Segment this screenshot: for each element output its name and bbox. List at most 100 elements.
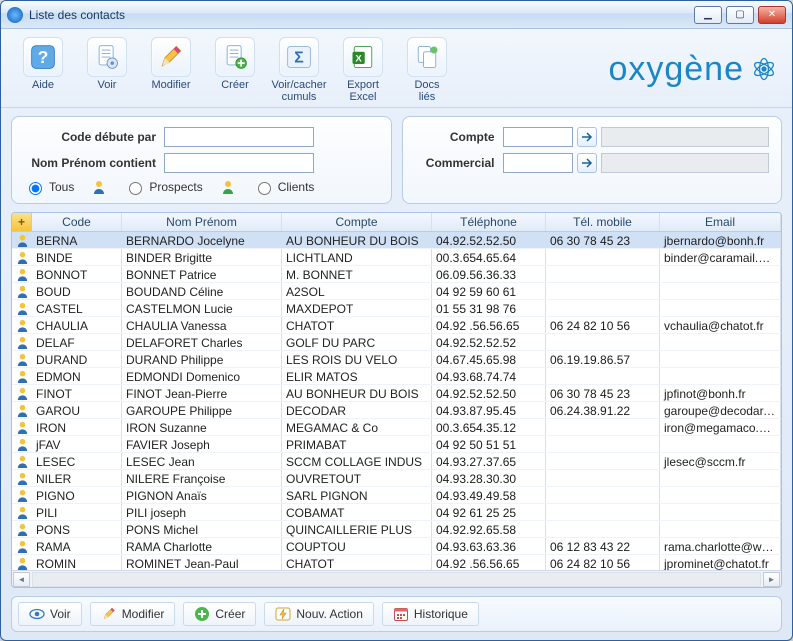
row-person-icon [12, 504, 32, 520]
radio-clients[interactable]: Clients [253, 179, 315, 195]
row-person-icon [12, 300, 32, 316]
cell-tel: 04.92 .56.56.65 [432, 555, 546, 570]
cell-mob [546, 266, 660, 282]
cell-code: jFAV [32, 436, 122, 452]
table-row[interactable]: DURANDDURAND PhilippeLES ROIS DU VELO04.… [12, 351, 781, 368]
cell-nom: PILI joseph [122, 504, 282, 520]
table-row[interactable]: IRONIRON SuzanneMEGAMAC & Co00.3.654.35.… [12, 419, 781, 436]
col-code[interactable]: Code [32, 213, 122, 231]
cell-code: FINOT [32, 385, 122, 401]
commercial-input[interactable] [503, 153, 573, 173]
bottom-historique-button[interactable]: Historique [382, 602, 479, 626]
compte-lookup-icon[interactable] [577, 127, 597, 147]
table-row[interactable]: jFAVFAVIER JosephPRIMABAT04 92 50 51 51 [12, 436, 781, 453]
toolbar-cumuls-button[interactable]: Voir/cachercumuls [267, 35, 331, 103]
radio-tous[interactable]: Tous [24, 179, 74, 195]
hscroll-right-arrow[interactable]: ► [763, 572, 780, 587]
compte-label: Compte [415, 130, 495, 144]
toolbar-cumuls-label: Voir/cachercumuls [269, 79, 329, 103]
cell-mob [546, 368, 660, 384]
toolbar-excel-button[interactable]: ExportExcel [331, 35, 395, 103]
minimize-button[interactable]: ▁ [694, 6, 722, 24]
table-row[interactable]: BERNABERNARDO JocelyneAU BONHEUR DU BOIS… [12, 232, 781, 249]
table-row[interactable]: ROMINROMINET Jean-PaulCHATOT04.92 .56.56… [12, 555, 781, 570]
table-row[interactable]: CHAULIACHAULIA VanessaCHATOT04.92 .56.56… [12, 317, 781, 334]
cell-mob [546, 521, 660, 537]
cell-email [660, 470, 781, 486]
bottom-creer-button[interactable]: Créer [183, 602, 256, 626]
filter-panel-right: Compte Commercial [402, 116, 783, 204]
pencil-icon [101, 606, 117, 622]
row-person-icon [12, 351, 32, 367]
table-row[interactable]: DELAFDELAFORET CharlesGOLF DU PARC04.92.… [12, 334, 781, 351]
row-person-icon [12, 266, 32, 282]
cell-tel: 04 92 59 60 61 [432, 283, 546, 299]
cell-compte: OUVRETOUT [282, 470, 432, 486]
table-row[interactable]: PONSPONS MichelQUINCAILLERIE PLUS04.92.9… [12, 521, 781, 538]
maximize-button[interactable]: ▢ [726, 6, 754, 24]
toolbar-creer-button[interactable]: Créer [203, 35, 267, 91]
cell-code: CHAULIA [32, 317, 122, 333]
cell-code: CASTEL [32, 300, 122, 316]
cell-nom: BONNET Patrice [122, 266, 282, 282]
cell-nom: PONS Michel [122, 521, 282, 537]
cell-compte: CHATOT [282, 555, 432, 570]
name-contains-label: Nom Prénom contient [24, 156, 156, 170]
commercial-lookup-icon[interactable] [577, 153, 597, 173]
table-row[interactable]: EDMONEDMONDI DomenicoELIR MATOS04.93.68.… [12, 368, 781, 385]
hscroll-track[interactable] [32, 572, 761, 587]
radio-clients-input[interactable] [258, 182, 271, 195]
cell-nom: PIGNON Anaïs [122, 487, 282, 503]
cell-code: BINDE [32, 249, 122, 265]
bottom-voir-button[interactable]: Voir [18, 602, 82, 626]
radio-prospects[interactable]: Prospects [124, 179, 202, 195]
name-contains-input[interactable] [164, 153, 314, 173]
table-row[interactable]: PILIPILI josephCOBAMAT04 92 61 25 25 [12, 504, 781, 521]
table-row[interactable]: PIGNOPIGNON AnaïsSARL PIGNON04.93.49.49.… [12, 487, 781, 504]
cell-compte: A2SOL [282, 283, 432, 299]
grid-body[interactable]: BERNABERNARDO JocelyneAU BONHEUR DU BOIS… [12, 232, 781, 570]
table-row[interactable]: NILERNILERE FrançoiseOUVRETOUT04.93.28.3… [12, 470, 781, 487]
table-row[interactable]: BOUDBOUDAND CélineA2SOL04 92 59 60 61 [12, 283, 781, 300]
table-row[interactable]: RAMARAMA CharlotteCOUPTOU04.93.63.63.360… [12, 538, 781, 555]
code-starts-with-label: Code débute par [24, 130, 156, 144]
radio-prospects-input[interactable] [129, 182, 142, 195]
cell-mob [546, 470, 660, 486]
cell-tel: 04.92.52.52.52 [432, 334, 546, 350]
toolbar-aide-button[interactable]: Aide [11, 35, 75, 91]
table-row[interactable]: BONNOTBONNET PatriceM. BONNET06.09.56.36… [12, 266, 781, 283]
row-person-icon [12, 538, 32, 554]
code-starts-with-input[interactable] [164, 127, 314, 147]
table-row[interactable]: GAROUGAROUPE PhilippeDECODAR04.93.87.95.… [12, 402, 781, 419]
cell-mob: 06 30 78 45 23 [546, 385, 660, 401]
cell-email: vchaulia@chatot.fr [660, 317, 781, 333]
grid-corner-add[interactable]: + [12, 213, 32, 231]
cell-email [660, 436, 781, 452]
table-row[interactable]: BINDEBINDER BrigitteLICHTLAND00.3.654.65… [12, 249, 781, 266]
table-row[interactable]: CASTELCASTELMON LucieMAXDEPOT01 55 31 98… [12, 300, 781, 317]
col-mob[interactable]: Tél. mobile [546, 213, 660, 231]
hscroll-left-arrow[interactable]: ◄ [13, 572, 30, 587]
table-row[interactable]: FINOTFINOT Jean-PierreAU BONHEUR DU BOIS… [12, 385, 781, 402]
radio-tous-input[interactable] [29, 182, 42, 195]
table-row[interactable]: LESECLESEC JeanSCCM COLLAGE INDUS04.93.2… [12, 453, 781, 470]
bottom-nouvaction-button[interactable]: Nouv. Action [264, 602, 373, 626]
col-nom[interactable]: Nom Prénom [122, 213, 282, 231]
cell-compte: AU BONHEUR DU BOIS [282, 232, 432, 248]
cell-mob [546, 487, 660, 503]
cell-tel: 01 55 31 98 76 [432, 300, 546, 316]
col-compte[interactable]: Compte [282, 213, 432, 231]
toolbar-voir-button[interactable]: Voir [75, 35, 139, 91]
toolbar-excel-label: ExportExcel [333, 79, 393, 103]
toolbar-modifier-button[interactable]: Modifier [139, 35, 203, 91]
close-button[interactable]: ✕ [758, 6, 786, 24]
cell-tel: 04.93.68.74.74 [432, 368, 546, 384]
type-radio-group: Tous Prospects Clients [24, 179, 379, 195]
compte-input[interactable] [503, 127, 573, 147]
col-tel[interactable]: Téléphone [432, 213, 546, 231]
grid-horizontal-scrollbar[interactable]: ◄ ► [12, 570, 781, 587]
toolbar-docs-button[interactable]: Docsliés [395, 35, 459, 103]
bottom-modifier-label: Modifier [122, 607, 165, 621]
bottom-modifier-button[interactable]: Modifier [90, 602, 176, 626]
col-email[interactable]: Email [660, 213, 781, 231]
